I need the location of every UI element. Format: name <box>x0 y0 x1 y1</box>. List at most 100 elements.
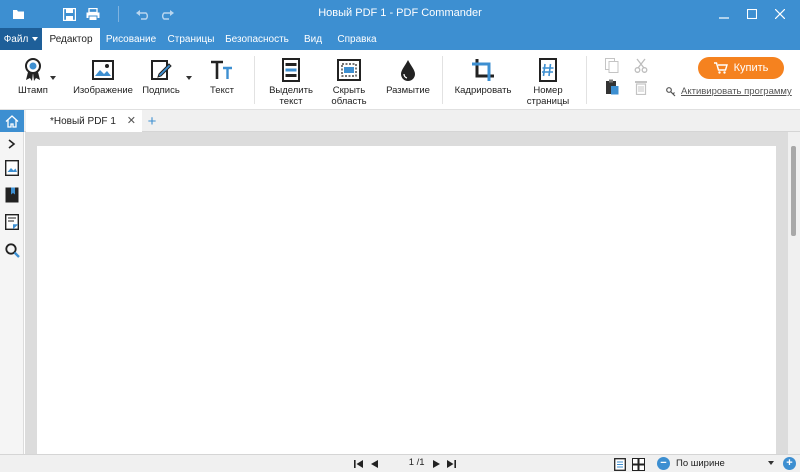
thumbnails-icon[interactable] <box>4 160 20 176</box>
save-icon[interactable] <box>60 5 78 23</box>
tab-label: Справка <box>337 33 377 45</box>
text-icon <box>210 58 234 82</box>
image-label: Изображение <box>73 85 133 96</box>
ribbon-separator <box>586 56 587 104</box>
highlight-text-button[interactable]: Выделить текст <box>266 58 316 107</box>
ribbon-separator <box>254 56 255 104</box>
tab-pages[interactable]: Страницы <box>162 28 220 50</box>
title-bar: Новый PDF 1 - PDF Commander <box>0 0 800 28</box>
hide-area-label-line1: Скрыть <box>332 85 366 96</box>
search-icon[interactable] <box>4 242 20 258</box>
stamp-dropdown-arrow[interactable] <box>50 76 56 80</box>
text-label: Текст <box>210 85 234 96</box>
total-pages: /1 <box>416 457 425 468</box>
crop-icon <box>471 58 495 82</box>
blur-drop-icon <box>396 58 420 82</box>
status-bar: 1 /1 − По ширине + <box>0 454 800 472</box>
last-page-icon[interactable] <box>445 457 457 471</box>
ribbon-toolbar: Штамп Изображение Подпись Текст Выделить… <box>0 50 800 110</box>
hide-area-icon <box>337 58 361 82</box>
bookmarks-icon[interactable] <box>4 187 20 203</box>
highlight-text-icon <box>279 58 303 82</box>
document-tab[interactable]: *Новый PDF 1 ✕ <box>26 110 142 132</box>
crop-button[interactable]: Кадрировать <box>452 58 514 96</box>
print-icon[interactable] <box>84 5 102 23</box>
page-number-button[interactable]: Номер страницы <box>520 58 576 107</box>
activate-label: Активировать программу <box>681 86 792 97</box>
expand-panel-chevron-icon[interactable] <box>4 136 20 152</box>
document-viewport <box>25 132 800 454</box>
zoom-mode-select[interactable]: По ширине <box>674 456 778 471</box>
home-icon <box>5 114 19 128</box>
tab-label: Страницы <box>167 33 215 45</box>
close-tab-icon[interactable]: ✕ <box>127 114 136 127</box>
zoom-out-button[interactable]: − <box>657 457 670 470</box>
hide-area-button[interactable]: Скрыть область <box>324 58 374 107</box>
highlight-text-label-line2: текст <box>279 96 303 107</box>
file-menu-button[interactable]: Файл <box>0 28 42 50</box>
file-menu-label: Файл <box>3 33 29 45</box>
image-button[interactable]: Изображение <box>72 58 134 96</box>
key-icon <box>666 86 676 96</box>
cart-icon <box>713 62 728 74</box>
delete-icon[interactable] <box>632 78 650 96</box>
stamp-button[interactable]: Штамп <box>14 58 52 96</box>
next-page-icon[interactable] <box>430 457 442 471</box>
highlight-text-label-line1: Выделить <box>269 85 313 96</box>
tab-drawing[interactable]: Рисование <box>102 28 160 50</box>
crop-label: Кадрировать <box>454 85 512 96</box>
image-icon <box>91 58 115 82</box>
add-tab-button[interactable]: + <box>145 112 159 130</box>
page-indicator: 1 /1 <box>394 457 425 468</box>
signature-label: Подпись <box>142 85 180 96</box>
ribbon-separator <box>442 56 443 104</box>
document-tab-label: *Новый PDF 1 <box>50 115 116 127</box>
signature-icon <box>149 58 173 82</box>
page-number-icon <box>536 58 560 82</box>
zoom-mode-label: По ширине <box>676 458 725 469</box>
zoom-in-button[interactable]: + <box>783 457 796 470</box>
scrollbar-thumb[interactable] <box>791 146 796 236</box>
tab-label: Вид <box>303 33 323 45</box>
signature-dropdown-arrow[interactable] <box>186 76 192 80</box>
redo-icon[interactable] <box>158 5 176 23</box>
close-icon[interactable] <box>770 4 790 24</box>
page-number-label-line1: Номер <box>533 85 563 96</box>
text-button[interactable]: Текст <box>204 58 240 96</box>
pdf-page[interactable] <box>37 146 776 454</box>
left-tool-sidebar <box>0 132 24 454</box>
activate-program-link[interactable]: Активировать программу <box>666 86 792 97</box>
stamp-label: Штамп <box>18 85 48 96</box>
buy-label: Купить <box>733 62 769 74</box>
home-button[interactable] <box>0 110 24 132</box>
single-page-view-icon[interactable] <box>612 456 628 472</box>
signature-button[interactable]: Подпись <box>140 58 182 96</box>
window-title: Новый PDF 1 - PDF Commander <box>318 7 482 19</box>
previous-page-icon[interactable] <box>368 457 380 471</box>
current-page-input[interactable]: 1 <box>394 457 414 468</box>
stamp-icon <box>21 58 45 82</box>
tab-security[interactable]: Безопасность <box>224 28 290 50</box>
cut-icon[interactable] <box>632 56 650 74</box>
open-folder-icon[interactable] <box>10 5 28 23</box>
vertical-scrollbar[interactable] <box>788 132 800 454</box>
document-tab-strip: *Новый PDF 1 ✕ + <box>0 110 800 132</box>
chevron-down-icon <box>768 461 774 465</box>
tab-help[interactable]: Справка <box>334 28 380 50</box>
tab-label: Редактор <box>49 33 93 45</box>
tab-label: Безопасность <box>225 33 289 45</box>
paste-icon[interactable] <box>603 78 621 96</box>
copy-icon[interactable] <box>603 56 621 74</box>
minimize-icon[interactable] <box>714 4 734 24</box>
annotations-icon[interactable] <box>4 214 20 230</box>
page-number-label-line2: страницы <box>526 96 570 107</box>
multi-page-view-icon[interactable] <box>630 456 646 472</box>
maximize-icon[interactable] <box>742 4 762 24</box>
tab-editor[interactable]: Редактор <box>42 28 100 50</box>
tab-view[interactable]: Вид <box>298 28 328 50</box>
buy-button[interactable]: Купить <box>698 57 784 79</box>
first-page-icon[interactable] <box>352 457 364 471</box>
blur-button[interactable]: Размытие <box>384 58 432 96</box>
blur-label: Размытие <box>386 85 430 96</box>
undo-icon[interactable] <box>134 5 152 23</box>
